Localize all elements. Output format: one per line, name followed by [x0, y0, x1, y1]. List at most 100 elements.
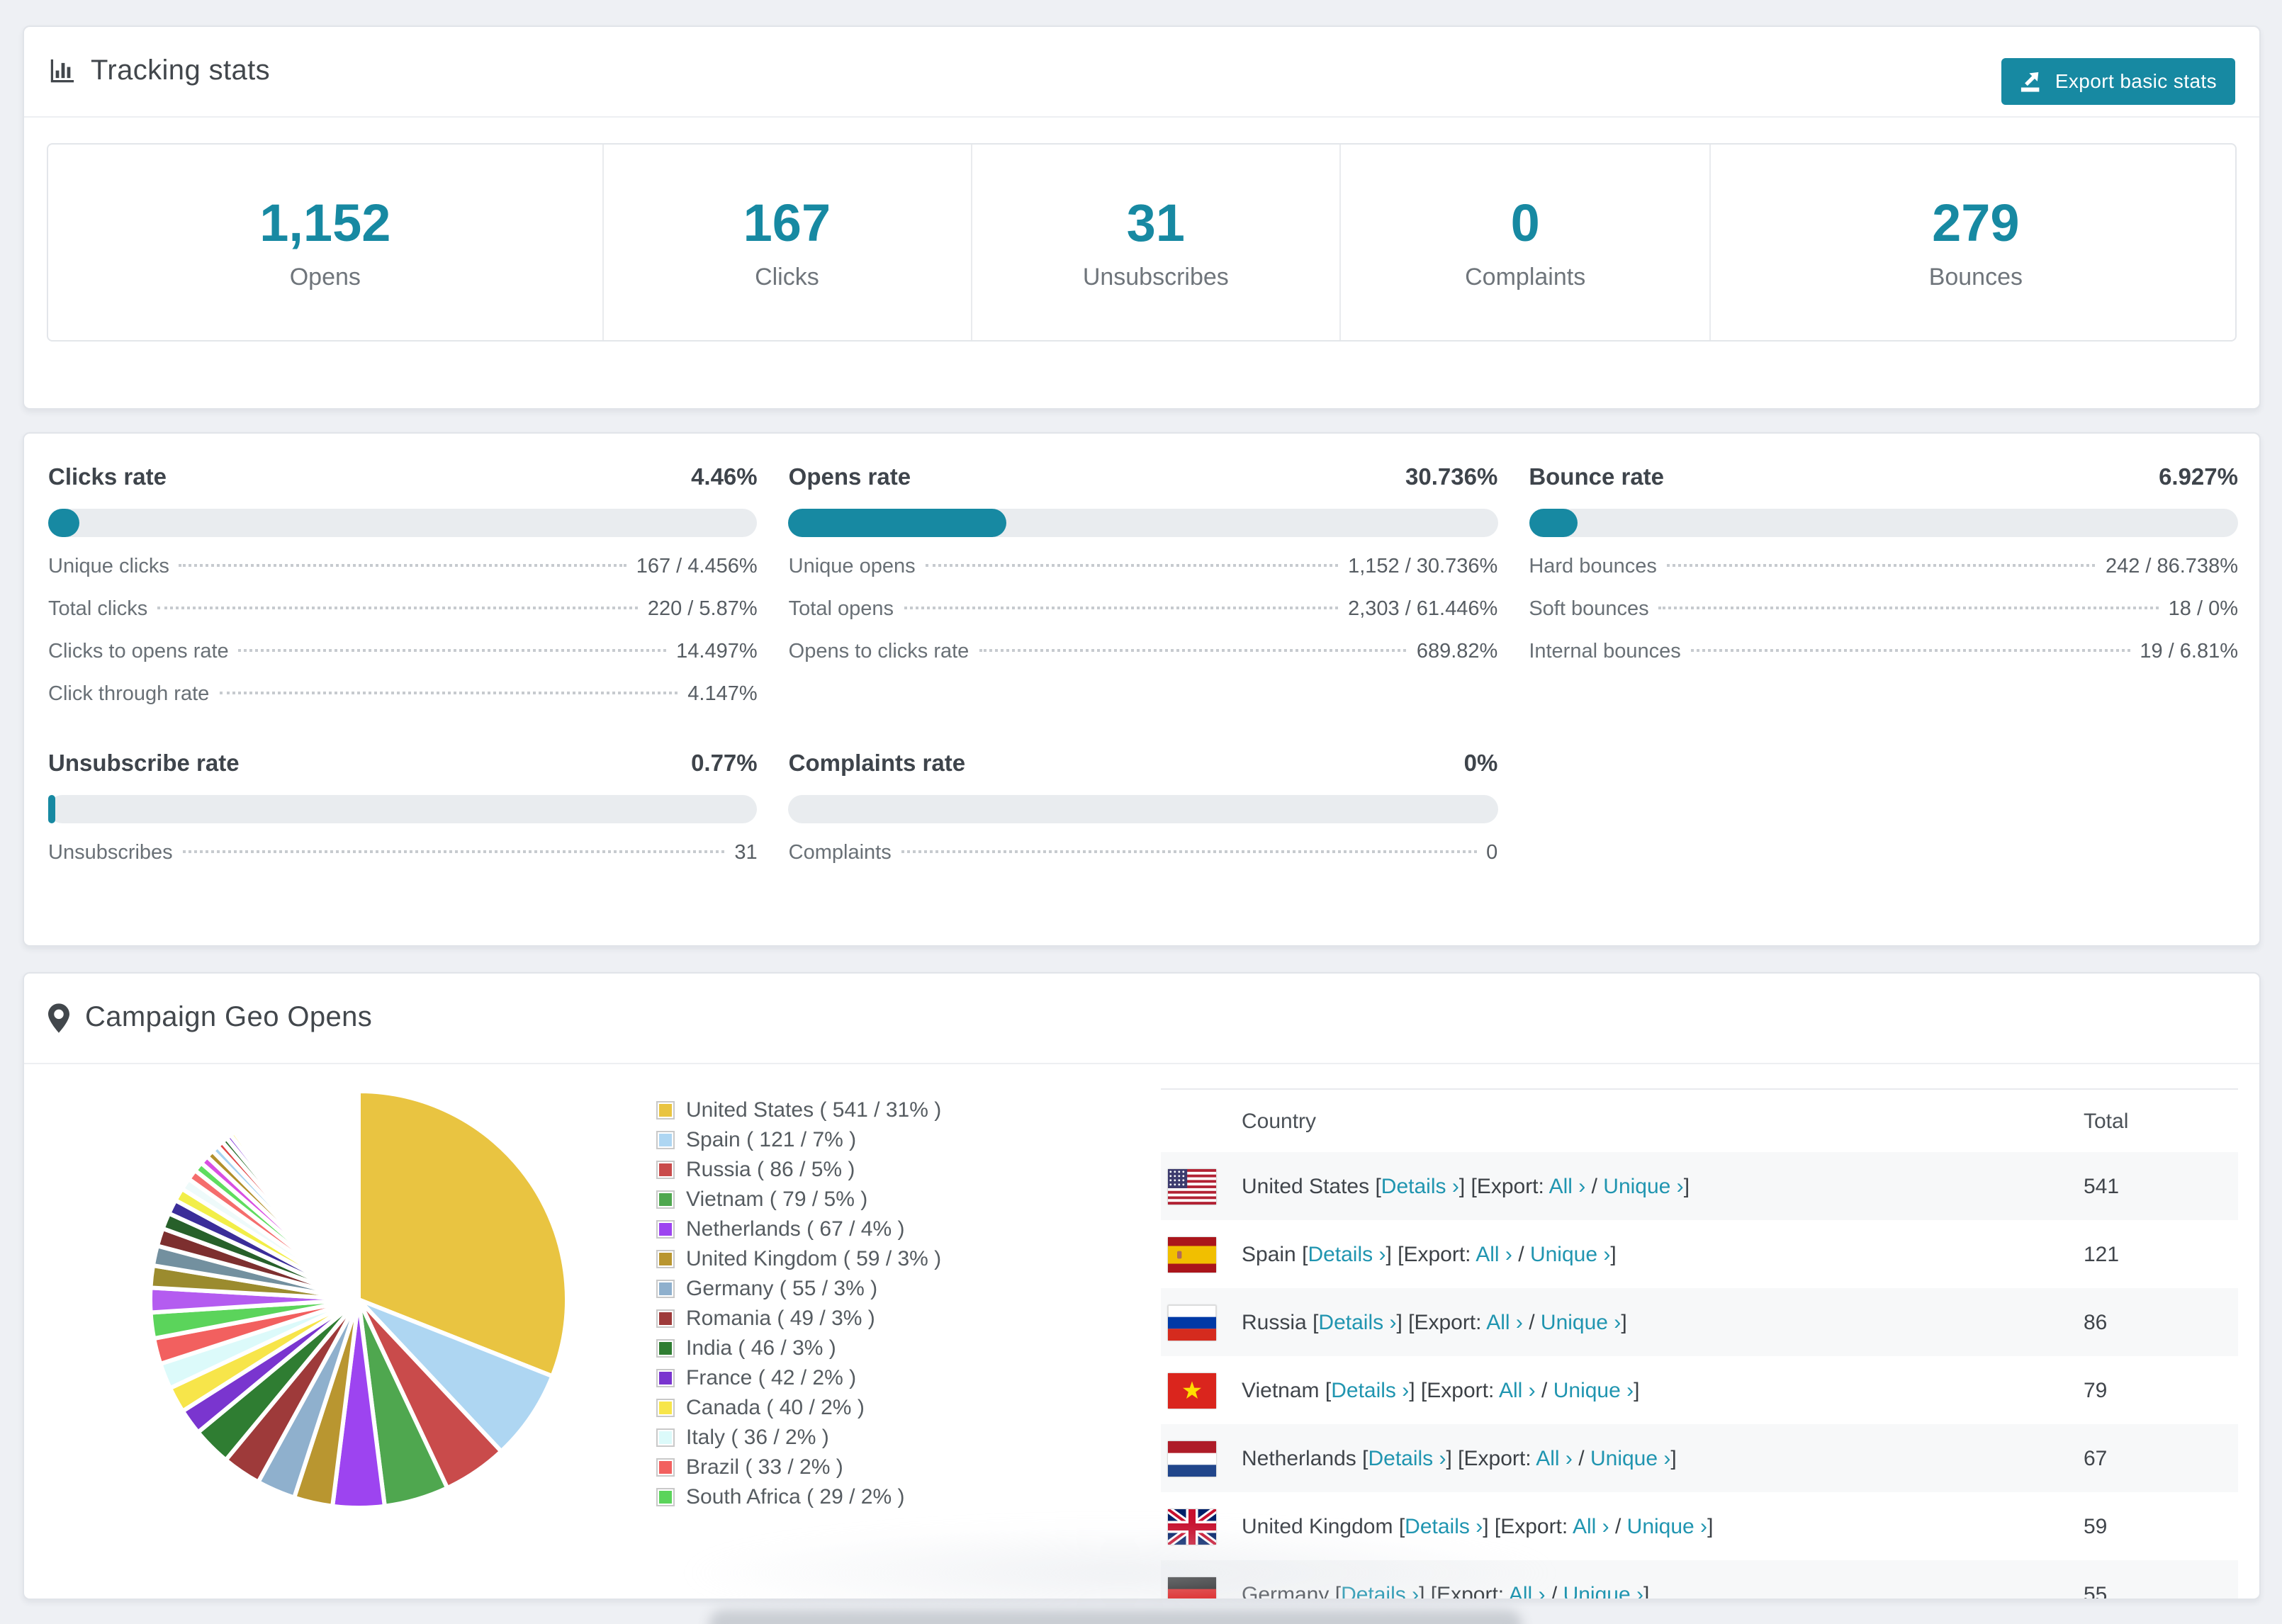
flag-ru-icon — [1168, 1304, 1216, 1340]
rate-title: Bounce rate — [1529, 465, 1665, 490]
flag-us-icon — [1168, 1168, 1216, 1204]
details-link-vietnam[interactable]: Details › — [1331, 1378, 1409, 1402]
rate-progress-track — [788, 795, 1498, 823]
stat-box-complaints: 0 Complaints — [1342, 145, 1711, 340]
stat-value-bounces: 279 — [1932, 193, 2020, 252]
rate-row-value: 167 / 4.456% — [636, 556, 758, 578]
blurred-overlay-pill — [709, 1610, 1522, 1624]
bracket: ] [Export: — [1483, 1514, 1573, 1538]
rate-row-value: 242 / 86.738% — [2105, 556, 2238, 578]
export-basic-stats-button[interactable]: Export basic stats — [2001, 57, 2235, 104]
export-all-link-vietnam[interactable]: All › — [1499, 1378, 1536, 1402]
geo-total-vietnam: 79 — [2084, 1378, 2108, 1402]
details-link-united-states[interactable]: Details › — [1381, 1174, 1459, 1198]
slash: / — [1572, 1446, 1590, 1470]
legend-swatch — [656, 1161, 675, 1179]
geo-country-cell-united-kingdom: United Kingdom [Details ›] [Export: All … — [1242, 1514, 2084, 1538]
dotted-leader — [238, 649, 667, 652]
dotted-leader — [219, 692, 678, 694]
geo-country-cell-russia: Russia [Details ›] [Export: All › / Uniq… — [1242, 1310, 2084, 1334]
legend-item-france: France ( 42 / 2% ) — [656, 1363, 941, 1393]
export-all-link-russia[interactable]: All › — [1486, 1310, 1523, 1334]
bracket: [ — [1398, 1514, 1405, 1538]
bracket: [ — [1334, 1582, 1342, 1600]
page-title: Tracking stats — [91, 55, 271, 86]
legend-item-germany: Germany ( 55 / 3% ) — [656, 1274, 941, 1304]
geo-country-cell-united-states: United States [Details ›] [Export: All ›… — [1242, 1174, 2084, 1198]
details-link-germany[interactable]: Details › — [1341, 1582, 1419, 1598]
stat-label-clicks: Clicks — [755, 263, 819, 290]
export-all-link-spain[interactable]: All › — [1476, 1242, 1512, 1266]
stat-value-opens: 1,152 — [259, 193, 391, 252]
export-all-link-germany[interactable]: All › — [1509, 1582, 1546, 1598]
legend-swatch — [656, 1369, 675, 1387]
details-link-spain[interactable]: Details › — [1308, 1242, 1386, 1266]
export-all-link-united-states[interactable]: All › — [1549, 1174, 1586, 1198]
rate-row-click-through-rate: Click through rate 4.147% — [48, 683, 758, 726]
legend-item-netherlands: Netherlands ( 67 / 4% ) — [656, 1214, 941, 1244]
details-link-russia[interactable]: Details › — [1318, 1310, 1396, 1334]
legend-item-united-states: United States ( 541 / 31% ) — [656, 1095, 941, 1125]
legend-label: Netherlands ( 67 / 4% ) — [686, 1217, 905, 1241]
export-unique-link-netherlands[interactable]: Unique › — [1590, 1446, 1670, 1470]
dotted-leader — [1666, 564, 2096, 567]
rate-row-total-clicks: Total clicks 220 / 5.87% — [48, 598, 758, 641]
geo-total-united-states: 541 — [2084, 1174, 2120, 1198]
rate-row-label: Soft bounces — [1529, 598, 1649, 621]
rate-row-label: Hard bounces — [1529, 556, 1657, 578]
map-pin-icon — [48, 1003, 69, 1033]
geo-country-cell-vietnam: Vietnam [Details ›] [Export: All › / Uni… — [1242, 1378, 2084, 1402]
rate-row-unique-opens: Unique opens 1,152 / 30.736% — [789, 556, 1498, 598]
flag-vn-icon — [1168, 1372, 1216, 1408]
stat-value-unsubscribes: 31 — [1126, 193, 1185, 252]
details-link-netherlands[interactable]: Details › — [1368, 1446, 1446, 1470]
export-unique-link-vietnam[interactable]: Unique › — [1553, 1378, 1634, 1402]
tracking-stats-header: Tracking stats Export basic stats — [24, 27, 2259, 118]
export-all-link-united-kingdom[interactable]: All › — [1573, 1514, 1609, 1538]
export-unique-link-united-kingdom[interactable]: Unique › — [1627, 1514, 1707, 1538]
slash: / — [1585, 1174, 1604, 1198]
legend-item-united-kingdom: United Kingdom ( 59 / 3% ) — [656, 1244, 941, 1274]
rate-row-value: 2,303 / 61.446% — [1348, 598, 1498, 621]
stat-box-bounces: 279 Bounces — [1711, 145, 2235, 340]
flag-de-icon — [1168, 1577, 1216, 1598]
dotted-leader — [901, 850, 1477, 853]
dotted-leader — [979, 649, 1407, 652]
legend-swatch — [656, 1131, 675, 1149]
rate-row-value: 1,152 / 30.736% — [1348, 556, 1498, 578]
export-unique-link-united-states[interactable]: Unique › — [1603, 1174, 1683, 1198]
export-unique-link-spain[interactable]: Unique › — [1530, 1242, 1610, 1266]
rate-row-soft-bounces: Soft bounces 18 / 0% — [1529, 598, 2238, 641]
details-link-united-kingdom[interactable]: Details › — [1405, 1514, 1483, 1538]
legend-swatch — [656, 1280, 675, 1298]
bar-chart-icon — [48, 58, 75, 85]
legend-swatch — [656, 1339, 675, 1358]
bracket: ] [Export: — [1446, 1446, 1536, 1470]
legend-label: Vietnam ( 79 / 5% ) — [686, 1188, 868, 1212]
legend-swatch — [656, 1309, 675, 1328]
rate-title: Opens rate — [788, 465, 911, 490]
legend-item-brazil: Brazil ( 33 / 2% ) — [656, 1453, 941, 1482]
rate-row-label: Total opens — [788, 598, 894, 621]
stat-box-opens: 1,152 Opens — [48, 145, 604, 340]
summary-stats-strip: 1,152 Opens 167 Clicks 31 Unsubscribes 0 Compla… — [47, 143, 2237, 342]
export-unique-link-russia[interactable]: Unique › — [1541, 1310, 1621, 1334]
geo-title: Campaign Geo Opens — [85, 1002, 373, 1033]
country-name: Vietnam — [1242, 1378, 1325, 1402]
legend-item-canada: Canada ( 40 / 2% ) — [656, 1393, 941, 1423]
bracket: [ — [1325, 1378, 1332, 1402]
bracket: ] — [1634, 1378, 1640, 1402]
rate-progress-fill — [48, 795, 55, 823]
geo-header: Campaign Geo Opens — [24, 974, 2259, 1064]
legend-label: Brazil ( 33 / 2% ) — [686, 1455, 843, 1479]
export-unique-link-germany[interactable]: Unique › — [1563, 1582, 1643, 1598]
rate-progress-fill — [788, 509, 1007, 537]
rate-value: 0.77% — [691, 751, 758, 777]
bracket: ] [Export: — [1396, 1310, 1487, 1334]
dotted-leader — [182, 850, 725, 853]
rate-title: Complaints rate — [788, 751, 966, 777]
rate-block-unsubscribe-rate: Unsubscribe rate 0.77% Unsubscribes 31 — [48, 751, 758, 884]
geo-country-cell-spain: Spain [Details ›] [Export: All › / Uniqu… — [1242, 1242, 2084, 1266]
export-all-link-netherlands[interactable]: All › — [1536, 1446, 1573, 1470]
legend-label: Spain ( 121 / 7% ) — [686, 1128, 857, 1152]
